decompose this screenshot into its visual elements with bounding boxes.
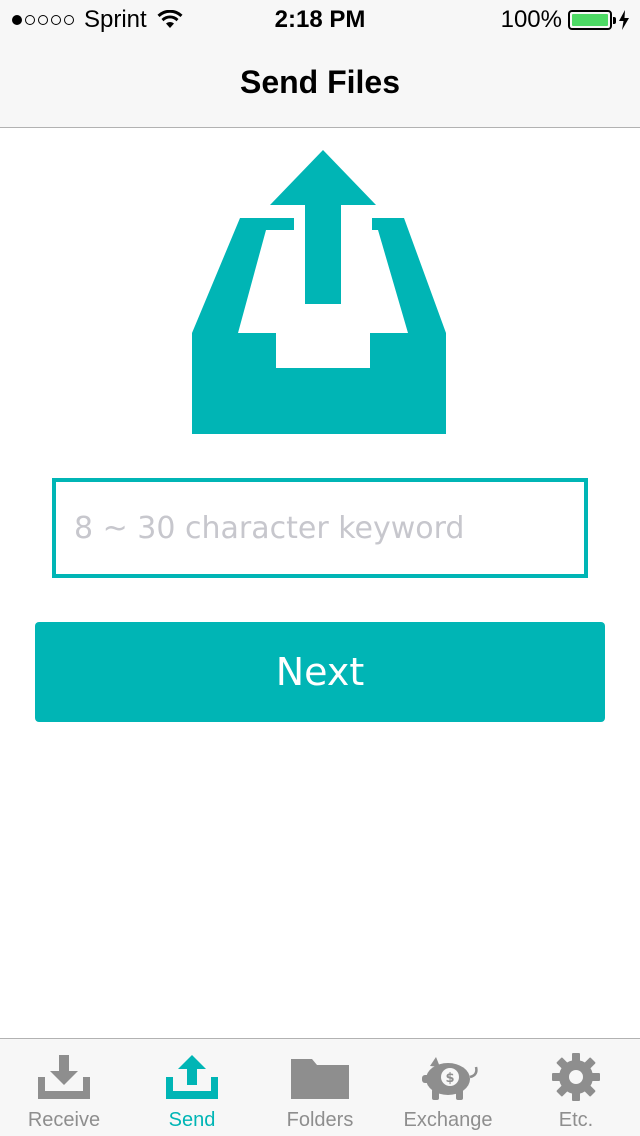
tab-etc-label: Etc. xyxy=(558,1109,594,1131)
battery-level xyxy=(572,14,608,26)
tab-send-label: Send xyxy=(168,1109,216,1131)
tab-send[interactable]: Send xyxy=(128,1039,256,1136)
download-icon xyxy=(38,1055,90,1099)
tab-etc[interactable]: Etc. xyxy=(512,1039,640,1136)
tab-receive-label: Receive xyxy=(27,1109,101,1131)
page-title: Send Files xyxy=(239,64,401,100)
battery-icon xyxy=(568,10,616,30)
next-button[interactable]: Next xyxy=(35,622,605,722)
tab-receive[interactable]: Receive xyxy=(0,1039,128,1136)
send-files-screen: Sprint 2:18 PM 100% Send Files 8 ~ 30 ch… xyxy=(0,0,640,1136)
keyword-input[interactable] xyxy=(52,478,588,578)
charging-bolt-icon xyxy=(619,10,629,30)
folder-icon xyxy=(291,1059,349,1099)
tab-exchange[interactable]: $ Exchange xyxy=(384,1039,512,1136)
upload-icon xyxy=(166,1055,218,1099)
battery-percentage: 100% xyxy=(500,6,562,33)
status-bar: Sprint 2:18 PM 100% xyxy=(0,0,640,40)
navigation-bar: Send Files xyxy=(0,40,640,128)
piggy-bank-icon: $ xyxy=(422,1057,478,1100)
svg-text:$: $ xyxy=(445,1071,454,1086)
status-bar-right: 100% xyxy=(501,6,630,34)
tab-bar: Receive Send Folders $ Exchange Etc. xyxy=(0,1038,640,1136)
upload-tray-icon xyxy=(192,150,446,434)
gear-icon xyxy=(552,1053,600,1101)
tab-folders[interactable]: Folders xyxy=(256,1039,384,1136)
tab-exchange-label: Exchange xyxy=(403,1109,493,1131)
tab-folders-label: Folders xyxy=(286,1109,354,1131)
